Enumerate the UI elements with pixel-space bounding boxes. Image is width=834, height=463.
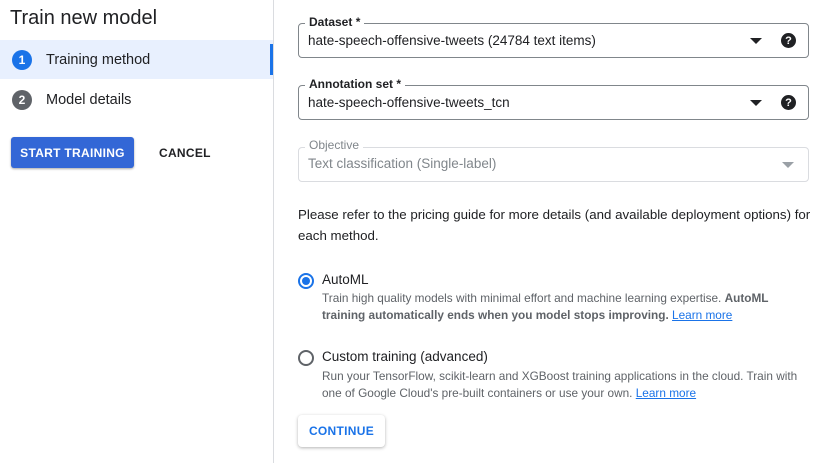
left-panel: Train new model 1 Training method 2 Mode… bbox=[0, 0, 274, 463]
dropdown-caret-icon bbox=[750, 38, 762, 44]
custom-training-learn-more-link[interactable]: Learn more bbox=[636, 386, 696, 400]
custom-training-description: Run your TensorFlow, scikit-learn and XG… bbox=[322, 368, 812, 402]
annotation-set-value: hate-speech-offensive-tweets_tcn bbox=[308, 95, 510, 110]
dropdown-caret-icon bbox=[750, 100, 762, 106]
dataset-label: Dataset * bbox=[305, 15, 365, 29]
page-title: Train new model bbox=[10, 7, 158, 29]
dropdown-caret-icon bbox=[782, 162, 794, 168]
help-icon[interactable]: ? bbox=[781, 33, 796, 48]
automl-desc-text: Train high quality models with minimal e… bbox=[322, 291, 725, 305]
help-icon[interactable]: ? bbox=[781, 95, 796, 110]
step-training-method[interactable]: 1 Training method bbox=[0, 40, 273, 79]
step-number-2: 2 bbox=[12, 89, 32, 110]
objective-select: Objective Text classification (Single-la… bbox=[298, 138, 809, 182]
annotation-set-label: Annotation set * bbox=[305, 77, 405, 91]
custom-training-desc-text: Run your TensorFlow, scikit-learn and XG… bbox=[322, 369, 798, 400]
start-training-button[interactable]: START TRAINING bbox=[11, 137, 134, 168]
step-label-training-method: Training method bbox=[46, 51, 151, 68]
cancel-button[interactable]: CANCEL bbox=[150, 137, 220, 168]
automl-learn-more-link[interactable]: Learn more bbox=[672, 308, 732, 322]
step-label-model-details: Model details bbox=[46, 91, 132, 108]
dataset-select[interactable]: Dataset * hate-speech-offensive-tweets (… bbox=[298, 15, 809, 58]
pricing-info-text: Please refer to the pricing guide for mo… bbox=[298, 207, 811, 243]
dataset-value: hate-speech-offensive-tweets (24784 text… bbox=[308, 33, 596, 48]
step-number-1: 1 bbox=[12, 49, 32, 70]
continue-button[interactable]: CONTINUE bbox=[298, 415, 385, 447]
objective-value: Text classification (Single-label) bbox=[308, 156, 497, 171]
annotation-set-select[interactable]: Annotation set * hate-speech-offensive-t… bbox=[298, 77, 809, 120]
objective-label: Objective bbox=[305, 138, 364, 152]
automl-radio[interactable] bbox=[298, 273, 314, 289]
step-model-details[interactable]: 2 Model details bbox=[0, 80, 273, 119]
custom-training-radio[interactable] bbox=[298, 350, 314, 366]
automl-title[interactable]: AutoML bbox=[322, 272, 369, 287]
automl-description: Train high quality models with minimal e… bbox=[322, 290, 812, 324]
custom-training-title[interactable]: Custom training (advanced) bbox=[322, 349, 488, 364]
